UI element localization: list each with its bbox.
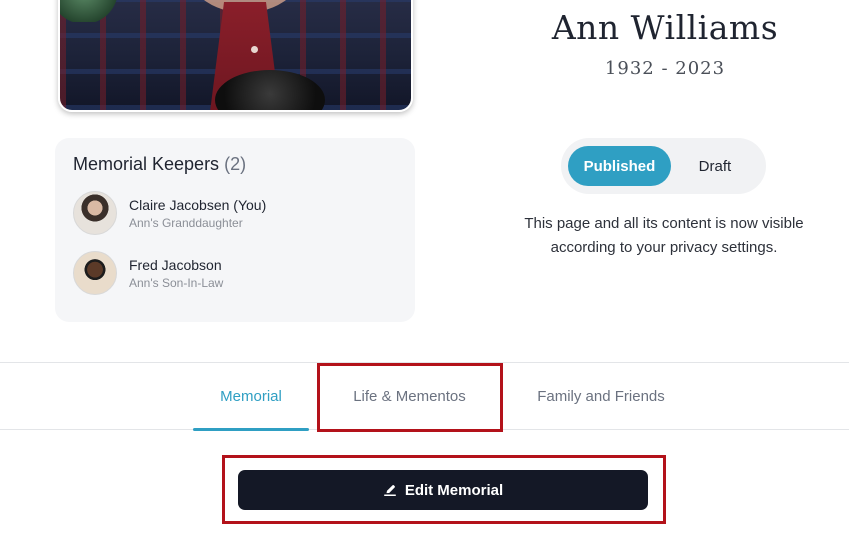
keeper-item[interactable]: Fred Jacobson Ann's Son-In-Law (73, 251, 397, 295)
memorial-tabs: Memorial Life & Mementos Family and Frie… (0, 362, 849, 431)
avatar (73, 191, 117, 235)
keeper-role: Ann's Granddaughter (129, 215, 243, 230)
publish-status-toggle: Published Draft (561, 138, 766, 194)
memorial-keepers-card: Memorial Keepers (2) Claire Jacobsen (Yo… (55, 138, 415, 322)
memorial-name: Ann Williams (551, 8, 779, 47)
tab-family-and-friends[interactable]: Family and Friends (520, 363, 682, 430)
edit-memorial-button[interactable]: Edit Memorial (238, 470, 648, 510)
keepers-title-label: Memorial Keepers (73, 154, 220, 174)
keeper-role: Ann's Son-In-Law (129, 275, 224, 290)
edit-memorial-label: Edit Memorial (404, 481, 504, 499)
keeper-name: Claire Jacobsen (You) (129, 196, 267, 213)
tab-life-and-mementos[interactable]: Life & Mementos (319, 363, 500, 430)
avatar (73, 251, 117, 295)
draft-option[interactable]: Draft (671, 146, 759, 186)
privacy-notice: This page and all its content is now vis… (524, 215, 804, 256)
keeper-item[interactable]: Claire Jacobsen (You) Ann's Granddaughte… (73, 191, 397, 235)
memorial-dates: 1932 - 2023 (604, 58, 726, 79)
memorial-photo (58, 0, 413, 112)
keepers-count: (2) (224, 154, 247, 174)
pencil-icon (383, 485, 396, 496)
tab-memorial[interactable]: Memorial (193, 363, 309, 431)
keepers-title: Memorial Keepers (2) (73, 154, 397, 175)
keeper-name: Fred Jacobson (129, 256, 222, 273)
published-option[interactable]: Published (568, 146, 671, 186)
